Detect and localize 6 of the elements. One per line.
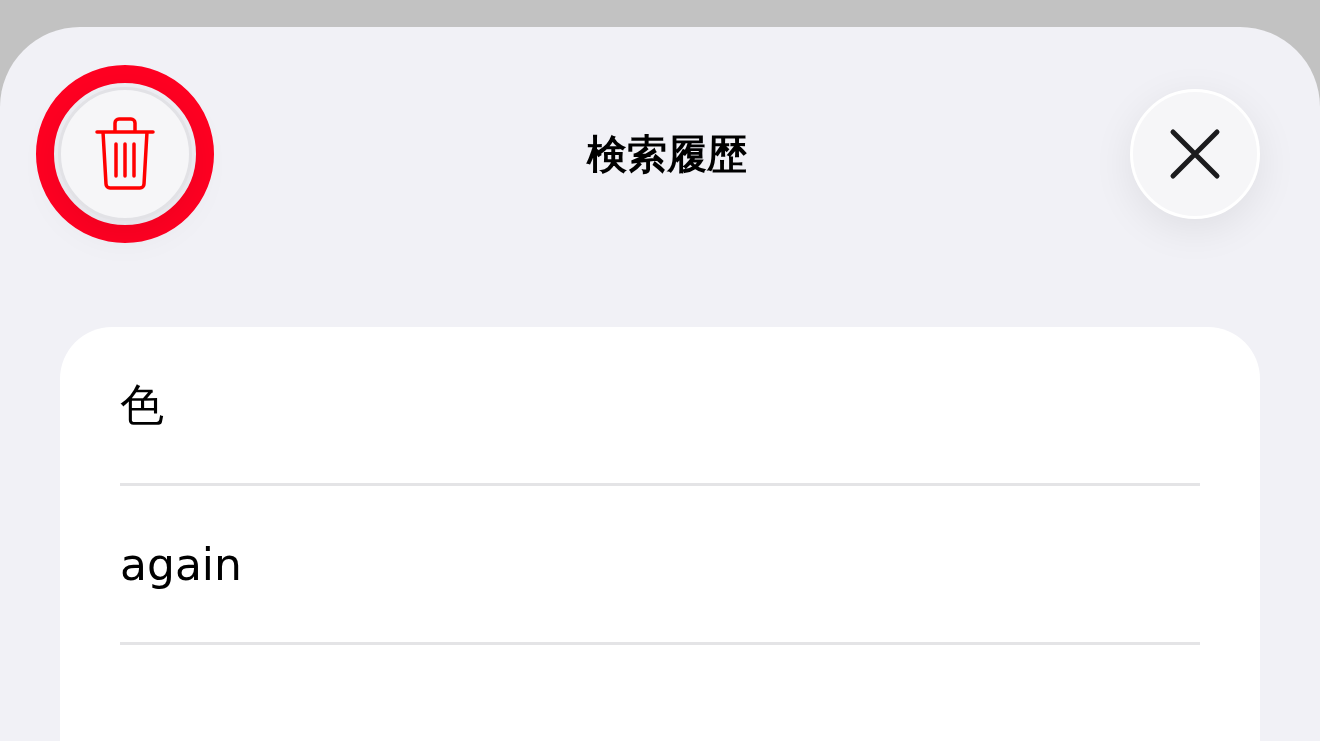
- history-item[interactable]: again: [120, 538, 242, 590]
- history-item[interactable]: 色: [120, 375, 164, 435]
- delete-button[interactable]: [58, 87, 192, 221]
- trash-icon: [93, 116, 157, 192]
- close-icon: [1169, 128, 1221, 180]
- sheet-title: 検索履歴: [587, 129, 747, 179]
